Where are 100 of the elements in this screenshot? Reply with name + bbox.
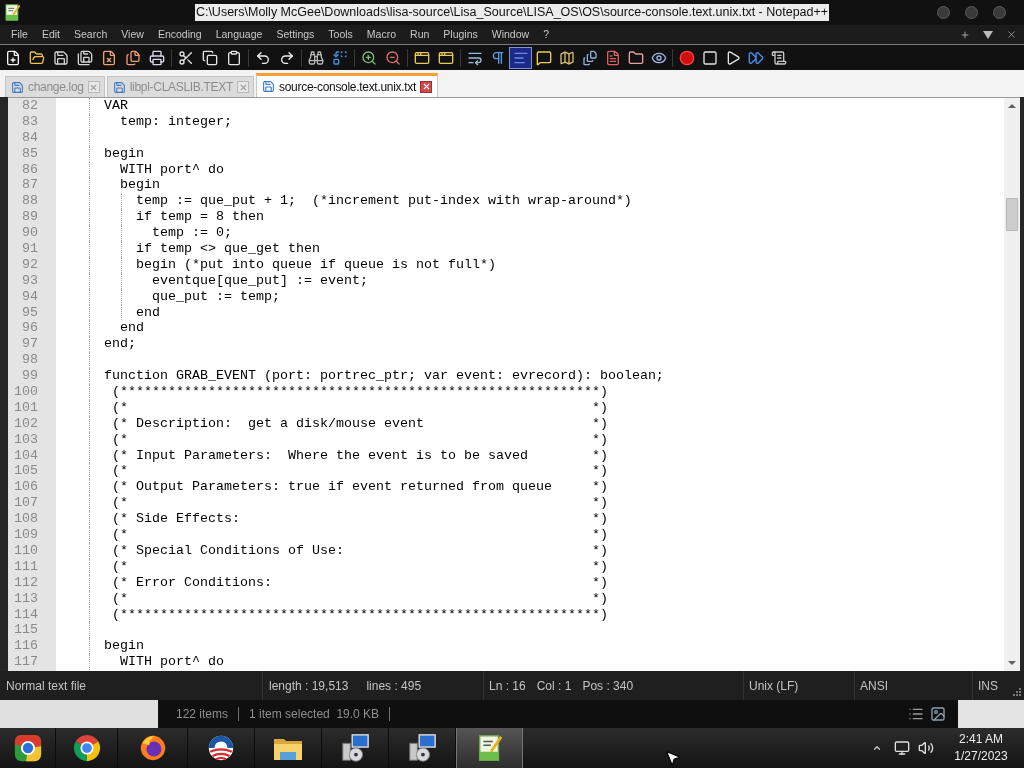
code-line: (* *)	[112, 431, 608, 447]
menu-item[interactable]: Edit	[34, 27, 67, 42]
encoding-label: ANSI	[860, 677, 888, 695]
speech-bubble-icon	[535, 49, 552, 66]
monitor-icon[interactable]	[894, 740, 910, 756]
taskbar-button[interactable]	[456, 728, 523, 768]
line-number: 98	[22, 352, 38, 369]
rounded-tricolor-icon	[12, 733, 43, 763]
line-number: 114	[14, 606, 38, 623]
computer-disc-icon	[340, 733, 370, 763]
cursor-position: Pos : 340	[582, 677, 634, 695]
menu-item[interactable]: ?	[536, 27, 556, 42]
document-length: length : 19,513	[269, 677, 349, 695]
code-line: (* *)	[112, 495, 608, 511]
code-line: begin	[120, 177, 160, 193]
striped-emblem-icon	[206, 733, 236, 763]
line-number: 112	[14, 574, 38, 591]
chevron-up-icon[interactable]	[872, 743, 882, 753]
menu-item[interactable]: View	[114, 27, 151, 42]
triangle-down-icon[interactable]	[983, 30, 993, 39]
line-number: 104	[14, 447, 38, 464]
code-line: temp: integer;	[120, 113, 232, 129]
copy-icon	[202, 49, 218, 66]
file-text-icon	[604, 49, 621, 66]
maximize-button[interactable]	[965, 6, 978, 19]
line-number: 115	[14, 622, 38, 639]
menu-item[interactable]: Encoding	[150, 27, 209, 42]
menu-item[interactable]: Run	[403, 27, 437, 42]
code-line: end	[136, 304, 160, 320]
line-number: 107	[14, 495, 38, 512]
line-number: 111	[14, 558, 38, 575]
close-icon[interactable]	[1006, 29, 1017, 40]
line-number: 83	[22, 113, 38, 130]
window-title: C:\Users\Molly McGee\Downloads\lisa-source\Lisa_Source\LISA_OS\OS\source-console.text.unix.txt - Notepad++	[194, 4, 830, 21]
plus-icon[interactable]	[960, 29, 970, 40]
folder-open-icon	[29, 49, 45, 66]
minimize-button[interactable]	[937, 6, 950, 19]
indent-guide-button[interactable]	[509, 46, 532, 69]
line-number: 93	[22, 272, 38, 289]
fast-forward-icon	[747, 49, 764, 66]
code-line: begin	[104, 145, 144, 161]
scrollbar-thumb[interactable]	[1006, 198, 1018, 231]
menu-item[interactable]: Tools	[321, 27, 360, 42]
picture-view-icon[interactable]	[930, 706, 946, 722]
insert-mode: INS	[978, 677, 998, 695]
code-line: (* *)	[112, 463, 608, 479]
stop-icon	[701, 49, 718, 66]
speaker-icon[interactable]	[918, 740, 934, 756]
cursor-column: Col : 1	[536, 676, 572, 695]
scroll-text-icon	[770, 49, 787, 66]
menu-item[interactable]: Window	[484, 27, 537, 42]
menu-item[interactable]: Macro	[359, 27, 404, 42]
files-icon	[125, 49, 141, 66]
line-number: 103	[14, 431, 38, 448]
close-button[interactable]	[993, 6, 1006, 19]
line-count: lines : 495	[366, 677, 422, 695]
menu-item[interactable]: Plugins	[436, 27, 485, 42]
menu-item[interactable]: Language	[208, 27, 270, 42]
file-type-label: Normal text file	[6, 677, 87, 695]
close-icon[interactable]	[420, 80, 433, 93]
code-line: WITH port^ do	[120, 654, 224, 670]
menu-item[interactable]: Search	[67, 27, 115, 42]
menu-item[interactable]: File	[4, 27, 35, 42]
code-line: (* *)	[112, 590, 608, 606]
line-number: 82	[22, 98, 38, 114]
line-number: 92	[22, 256, 38, 273]
line-number: 91	[22, 241, 38, 257]
code-line: temp := 0;	[152, 225, 232, 241]
line-number: 105	[14, 463, 38, 480]
line-number: 96	[22, 320, 38, 337]
save-all-icon	[77, 49, 93, 66]
triangle-up-icon	[1008, 104, 1016, 108]
menu-item[interactable]: Settings	[269, 27, 322, 42]
redo-icon	[279, 49, 295, 66]
code-line: (************************************************************)	[112, 606, 608, 622]
window-icon	[414, 49, 430, 66]
tricolor-ring-icon	[71, 733, 102, 763]
line-number: 94	[22, 288, 38, 305]
code-line: (* Description: get a disk/mouse event *)	[112, 415, 608, 431]
save-icon	[53, 49, 69, 66]
editor-tab[interactable]: source-console.text.unix.txt	[256, 73, 439, 97]
code-line: (* Output Parameters: true if event returned from queue *)	[112, 479, 608, 495]
list-view-icon[interactable]	[908, 706, 924, 722]
computer-disc-icon	[407, 733, 437, 763]
code-line: temp := que_put + 1; (*increment put-index with wrap-around*)	[136, 193, 632, 209]
file-plus-icon	[5, 49, 21, 66]
triangle-down-icon	[1008, 661, 1016, 665]
window-icon	[438, 49, 454, 66]
zoom-out-icon	[385, 49, 401, 66]
binoculars-icon	[308, 49, 324, 66]
line-number: 85	[22, 145, 38, 162]
line-number: 95	[22, 304, 38, 321]
line-number: 99	[22, 368, 38, 385]
folder-icon	[627, 49, 644, 66]
mouse-pointer-icon	[664, 749, 682, 767]
line-number: 89	[22, 209, 38, 226]
line-number: 97	[22, 336, 38, 353]
printer-icon	[149, 49, 165, 66]
undo-icon	[255, 49, 271, 66]
code-line: (* *)	[112, 399, 608, 415]
